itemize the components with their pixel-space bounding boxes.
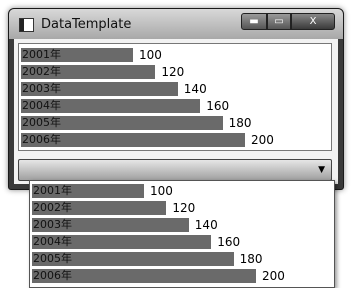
value-label: 140 [183,82,207,96]
year-label: 2001年 [22,48,61,61]
year-label: 2002年 [22,65,61,78]
year-label: 2002年 [33,201,72,214]
list-item[interactable]: 2006年 200 [21,132,285,148]
list-item[interactable]: 2001年 100 [21,47,173,63]
list-item[interactable]: 2002年 120 [32,200,206,216]
year-label: 2006年 [22,133,61,146]
value-label: 160 [206,99,230,113]
year-label: 2004年 [33,235,72,248]
value-label: 180 [239,252,263,266]
combobox-dropdown[interactable]: 2001年 100 2002年 120 2003年 140 2004年 160 2005年 180… [29,180,335,288]
list-item[interactable]: 2005年 180 [32,251,274,267]
maximize-button[interactable]: ▭ [267,13,291,30]
list-item[interactable]: 2005年 180 [21,115,263,131]
value-label: 200 [251,133,274,147]
value-label: 160 [217,235,241,249]
year-label: 2003年 [33,218,72,231]
value-label: 100 [150,184,173,198]
window-title: DataTemplate [41,17,132,32]
data-combobox[interactable]: ▼ [18,159,332,181]
app-icon [19,18,34,32]
list-item[interactable]: 2004年 160 [21,98,240,114]
value-label: 200 [262,269,285,283]
year-label: 2003年 [22,82,61,95]
year-label: 2006年 [33,269,72,282]
chevron-down-icon[interactable]: ▼ [318,165,325,175]
list-item[interactable]: 2001年 100 [32,183,184,199]
list-item[interactable]: 2002年 120 [21,64,195,80]
year-label: 2005年 [33,252,72,265]
value-label: 140 [194,218,218,232]
value-label: 120 [161,65,185,79]
year-label: 2004年 [22,99,61,112]
title-bar[interactable]: DataTemplate ▬ ▭ X [9,9,343,39]
value-label: 180 [228,116,252,130]
value-label: 120 [172,201,196,215]
main-window: DataTemplate ▬ ▭ X 2001年 100 2002年 120 2003年… [8,8,344,190]
list-item[interactable]: 2003年 140 [21,81,218,97]
client-area: 2001年 100 2002年 120 2003年 140 2004年 160 2005年 180… [14,39,338,184]
minimize-button[interactable]: ▬ [241,13,267,30]
value-label: 100 [139,48,162,62]
data-listbox[interactable]: 2001年 100 2002年 120 2003年 140 2004年 160 2005年 180… [18,43,332,151]
list-item[interactable]: 2003年 140 [32,217,229,233]
close-button[interactable]: X [291,13,335,30]
list-item[interactable]: 2006年 200 [32,268,296,284]
year-label: 2005年 [22,116,61,129]
list-item[interactable]: 2004年 160 [32,234,251,250]
year-label: 2001年 [33,184,72,197]
